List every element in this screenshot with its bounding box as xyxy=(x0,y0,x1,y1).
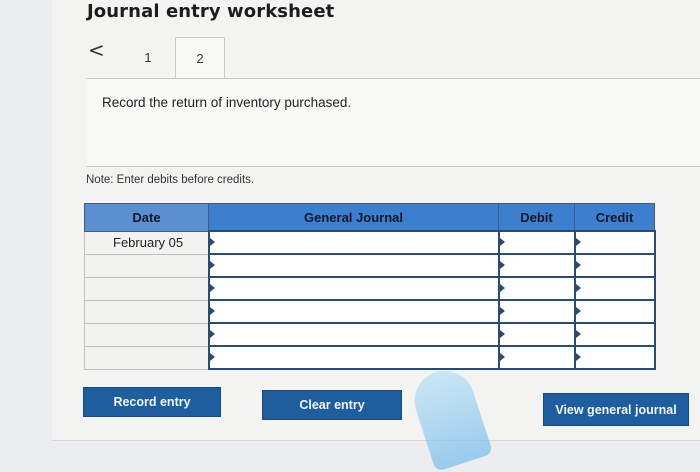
view-general-journal-button[interactable]: View general journal xyxy=(543,393,689,426)
account-input[interactable] xyxy=(207,253,500,278)
table-row xyxy=(84,276,656,301)
previous-arrow-icon[interactable]: < xyxy=(88,38,105,62)
instruction-box xyxy=(86,79,700,167)
col-header-credit: Credit xyxy=(574,203,655,232)
clear-entry-button[interactable]: Clear entry xyxy=(262,390,402,420)
table-row xyxy=(84,253,656,278)
date-cell: February 05 xyxy=(84,230,209,255)
debit-input[interactable] xyxy=(497,276,576,301)
table-row xyxy=(84,322,656,347)
tab-2[interactable]: 2 xyxy=(175,37,225,79)
col-header-debit: Debit xyxy=(498,203,575,232)
debit-input[interactable] xyxy=(497,299,576,324)
account-input[interactable] xyxy=(207,322,500,347)
date-cell xyxy=(84,345,209,370)
table-row: February 05 xyxy=(84,230,656,255)
credit-input[interactable] xyxy=(573,345,656,370)
debit-input[interactable] xyxy=(497,345,576,370)
col-header-date: Date xyxy=(84,203,209,232)
date-cell xyxy=(84,276,209,301)
account-input[interactable] xyxy=(207,299,500,324)
date-value: February 05 xyxy=(113,235,184,250)
debit-input[interactable] xyxy=(497,230,576,255)
credit-input[interactable] xyxy=(573,322,656,347)
credit-input[interactable] xyxy=(573,253,656,278)
instruction-text: Record the return of inventory purchased… xyxy=(102,95,352,110)
date-cell xyxy=(84,322,209,347)
note-text: Note: Enter debits before credits. xyxy=(86,174,255,186)
credit-input[interactable] xyxy=(573,276,656,301)
account-input[interactable] xyxy=(207,345,500,370)
credit-input[interactable] xyxy=(573,230,656,255)
date-cell xyxy=(84,253,209,278)
record-entry-button[interactable]: Record entry xyxy=(83,387,221,417)
debit-input[interactable] xyxy=(497,322,576,347)
date-cell xyxy=(84,299,209,324)
table-row xyxy=(84,299,656,324)
table-header-row: Date General Journal Debit Credit xyxy=(84,203,655,232)
page-title: Journal entry worksheet xyxy=(87,1,335,22)
account-input[interactable] xyxy=(207,276,500,301)
col-header-general-journal: General Journal xyxy=(208,203,499,232)
credit-input[interactable] xyxy=(573,299,656,324)
table-row xyxy=(84,345,656,370)
debit-input[interactable] xyxy=(497,253,576,278)
account-input[interactable] xyxy=(207,230,500,255)
tab-1[interactable]: 1 xyxy=(130,37,166,78)
journal-entry-table: Date General Journal Debit Credit Februa… xyxy=(84,203,656,370)
